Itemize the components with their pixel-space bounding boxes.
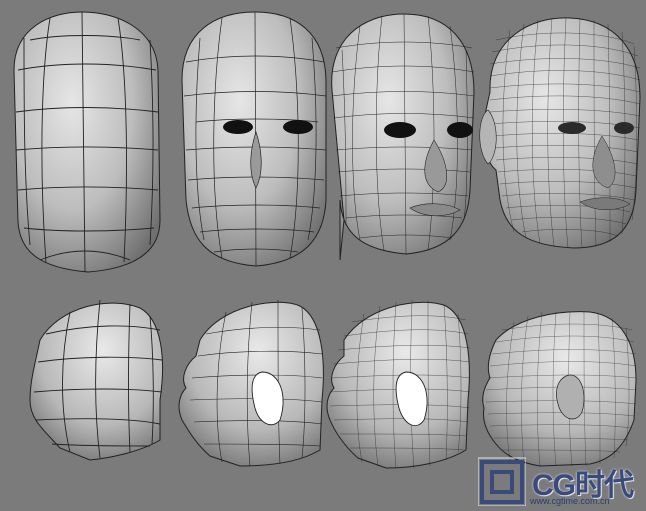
mesh-progression-image: CG时代 www.cgtime.com.cn [0,0,646,511]
front-head-4 [479,17,641,249]
cg-logo-icon [478,457,526,506]
front-head-3 [331,13,475,261]
front-head-1 [13,11,161,273]
side-head-1 [29,299,164,461]
side-head-2 [178,299,324,467]
side-head-4 [482,311,637,467]
watermark: CG时代 www.cgtime.com.cn [478,456,644,508]
watermark-url: www.cgtime.com.cn [530,496,610,506]
front-head-2 [181,11,327,267]
heads-illustration [13,11,641,469]
side-head-3 [326,299,471,469]
